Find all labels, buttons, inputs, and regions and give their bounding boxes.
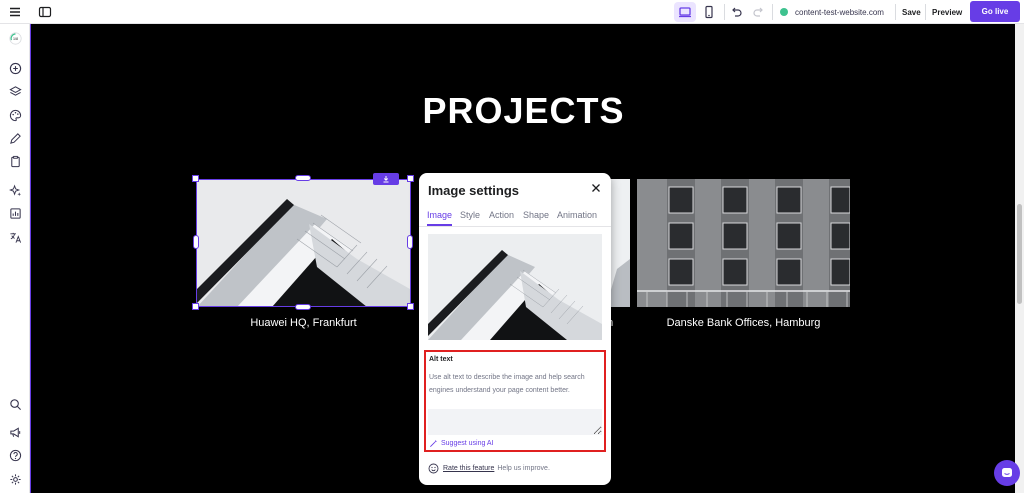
feedback-text: Help us improve.: [497, 465, 550, 472]
settings-gear-icon[interactable]: [6, 470, 24, 488]
tab-action[interactable]: Action: [489, 210, 514, 220]
site-url-text: content-test-website.com: [795, 7, 884, 17]
megaphone-icon[interactable]: [6, 423, 24, 441]
search-icon[interactable]: [6, 395, 24, 413]
caption-huawei[interactable]: Huawei HQ, Frankfurt: [197, 317, 410, 329]
chat-support-button[interactable]: [994, 460, 1020, 486]
alt-text-section: Alt text Use alt text to describe the im…: [424, 350, 606, 452]
tab-animation[interactable]: Animation: [557, 210, 597, 220]
palette-icon[interactable]: [6, 106, 24, 124]
chat-icon: [1002, 468, 1012, 477]
save-button[interactable]: Save: [902, 0, 921, 24]
status-dot-icon: [780, 8, 788, 16]
menu-icon[interactable]: [4, 2, 26, 22]
image-settings-panel: Image settings Image Style Action Shape …: [419, 173, 611, 485]
desktop-view-icon[interactable]: [674, 2, 696, 22]
resize-handle[interactable]: [407, 175, 414, 182]
help-icon[interactable]: [6, 446, 24, 464]
undo-icon[interactable]: [725, 2, 747, 22]
tab-image[interactable]: Image: [427, 210, 452, 220]
download-icon[interactable]: [373, 173, 399, 185]
resize-handle[interactable]: [295, 304, 311, 310]
left-sidebar: 1/8: [0, 24, 30, 493]
suggest-ai-label: Suggest using AI: [441, 440, 494, 447]
analytics-icon[interactable]: [6, 204, 24, 222]
settings-tabs: Image Style Action Shape Animation: [419, 209, 611, 227]
panel-title: Image settings: [428, 183, 520, 198]
scrollbar-thumb[interactable]: [1017, 204, 1022, 304]
preview-button[interactable]: Preview: [932, 0, 962, 24]
tab-style[interactable]: Style: [460, 210, 480, 220]
resize-handle[interactable]: [407, 235, 413, 249]
top-bar: content-test-website.com Save Preview Go…: [0, 0, 1024, 24]
resize-handle[interactable]: [295, 175, 311, 181]
logo-icon[interactable]: 1/8: [6, 29, 24, 47]
resize-handle[interactable]: [193, 235, 199, 249]
rate-feature-link[interactable]: Rate this feature: [443, 465, 494, 472]
alt-text-input[interactable]: [428, 409, 602, 435]
redo-icon[interactable]: [748, 2, 770, 22]
smiley-icon: [428, 463, 439, 474]
mobile-view-icon[interactable]: [698, 2, 720, 22]
svg-text:1/8: 1/8: [12, 37, 17, 41]
panel-toggle-icon[interactable]: [34, 2, 56, 22]
close-icon[interactable]: [589, 181, 603, 195]
ai-sparkle-icon[interactable]: [6, 181, 24, 199]
resize-handle[interactable]: [407, 303, 414, 310]
project-image-danske[interactable]: [637, 179, 850, 307]
selection-border: [196, 179, 411, 307]
magic-wand-icon: [430, 439, 438, 447]
resize-handle[interactable]: [192, 303, 199, 310]
image-preview[interactable]: [428, 234, 602, 340]
go-live-button[interactable]: Go live: [970, 1, 1020, 22]
translate-icon[interactable]: [6, 228, 24, 246]
feedback-row: Rate this feature Help us improve.: [428, 463, 550, 474]
caption-danske[interactable]: Danske Bank Offices, Hamburg: [637, 317, 850, 329]
alt-text-title: Alt text: [429, 356, 453, 363]
tab-shape[interactable]: Shape: [523, 210, 549, 220]
alt-text-description: Use alt text to describe the image and h…: [429, 374, 585, 394]
add-element-icon[interactable]: [6, 59, 24, 77]
suggest-ai-button[interactable]: Suggest using AI: [429, 439, 494, 448]
resize-handle[interactable]: [192, 175, 199, 182]
page-heading[interactable]: PROJECTS: [31, 90, 1015, 132]
site-url[interactable]: content-test-website.com: [780, 0, 884, 24]
layers-icon[interactable]: [6, 82, 24, 100]
page-scrollbar[interactable]: [1015, 24, 1024, 493]
clipboard-icon[interactable]: [6, 152, 24, 170]
active-tab-indicator: [427, 224, 452, 226]
pen-icon[interactable]: [6, 129, 24, 147]
